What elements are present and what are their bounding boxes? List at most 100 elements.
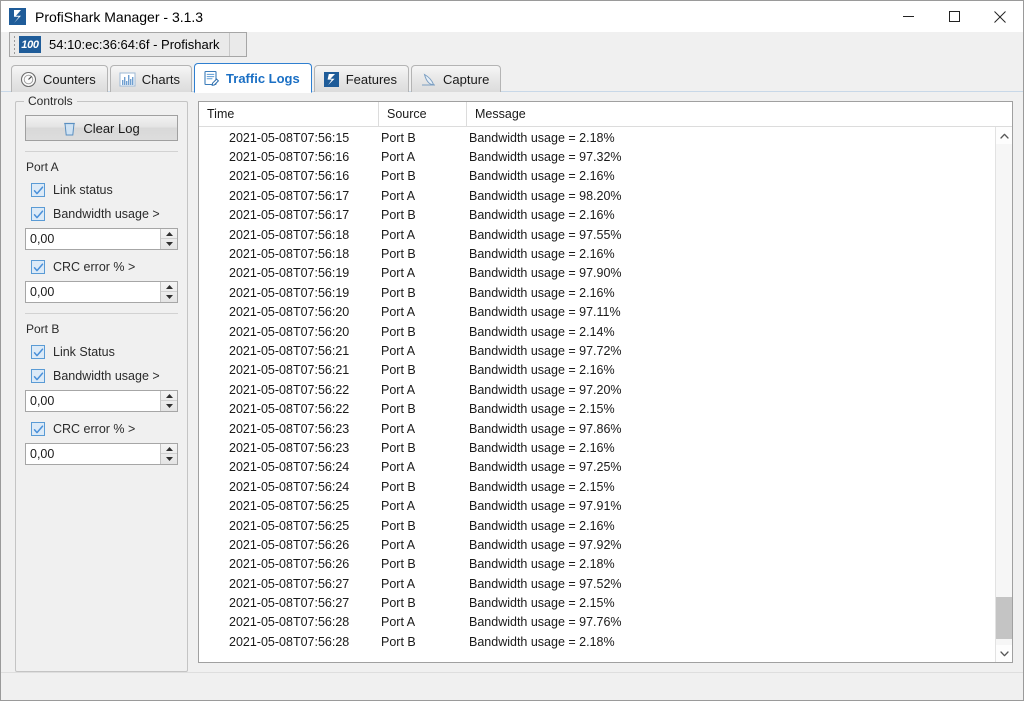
port-b-bandwidth-value[interactable]: 0,00 (26, 391, 160, 411)
log-cell-time: 2021-05-08T07:56:28 (229, 634, 350, 649)
port-a-crc-checkbox[interactable] (31, 260, 45, 274)
table-row[interactable]: 2021-05-08T07:56:23 Port A Bandwidth usage… (199, 419, 995, 438)
table-row[interactable]: 2021-05-08T07:56:26 Port A Bandwidth usage… (199, 535, 995, 554)
port-a-crc-spinner[interactable]: 0,00 (25, 281, 178, 303)
tab-charts[interactable]: Charts (109, 65, 193, 92)
spin-down-button[interactable] (161, 292, 177, 302)
tab-capture[interactable]: Capture (411, 65, 502, 92)
port-a-link-status-row[interactable]: Link status (31, 180, 178, 200)
table-row[interactable]: 2021-05-08T07:56:26 Port B Bandwidth usage… (199, 555, 995, 574)
port-b-bandwidth-checkbox[interactable] (31, 369, 45, 383)
port-b-link-status-label: Link Status (53, 345, 115, 359)
device-tab[interactable]: 100 54:10:ec:36:64:6f - Profishark (9, 32, 247, 57)
log-cell-message: Bandwidth usage = 2.16% (469, 363, 615, 378)
table-row[interactable]: 2021-05-08T07:56:19 Port B Bandwidth usage… (199, 283, 995, 302)
port-a-bandwidth-row[interactable]: Bandwidth usage > (31, 204, 178, 224)
log-cell-source: Port A (381, 150, 416, 165)
table-row[interactable]: 2021-05-08T07:56:24 Port A Bandwidth usage… (199, 458, 995, 477)
spin-down-button[interactable] (161, 401, 177, 411)
port-b-link-status-checkbox[interactable] (31, 345, 45, 359)
table-row[interactable]: 2021-05-08T07:56:22 Port A Bandwidth usage… (199, 380, 995, 399)
table-row[interactable]: 2021-05-08T07:56:15 Port B Bandwidth usage… (199, 128, 995, 147)
device-speed-badge: 100 (19, 36, 41, 53)
table-row[interactable]: 2021-05-08T07:56:25 Port A Bandwidth usage… (199, 496, 995, 515)
port-a-crc-value[interactable]: 0,00 (26, 282, 160, 302)
log-cell-source: Port B (381, 169, 416, 184)
table-row[interactable]: 2021-05-08T07:56:27 Port B Bandwidth usage… (199, 593, 995, 612)
table-row[interactable]: 2021-05-08T07:56:25 Port B Bandwidth usage… (199, 516, 995, 535)
column-header-source[interactable]: Source (379, 102, 467, 126)
port-a-bandwidth-value[interactable]: 0,00 (26, 229, 160, 249)
spin-up-button[interactable] (161, 444, 177, 454)
table-row[interactable]: 2021-05-08T07:56:16 Port A Bandwidth usage… (199, 147, 995, 166)
spin-up-button[interactable] (161, 391, 177, 401)
log-cell-source: Port B (381, 557, 416, 572)
log-cell-message: Bandwidth usage = 97.72% (469, 343, 622, 358)
table-row[interactable]: 2021-05-08T07:56:20 Port A Bandwidth usage… (199, 303, 995, 322)
scroll-up-icon[interactable] (996, 127, 1012, 144)
log-cell-time: 2021-05-08T07:56:17 (229, 188, 350, 203)
log-cell-message: Bandwidth usage = 2.14% (469, 324, 615, 339)
log-scrollbar[interactable] (995, 127, 1012, 662)
table-row[interactable]: 2021-05-08T07:56:23 Port B Bandwidth usage… (199, 438, 995, 457)
tab-counters[interactable]: Counters (11, 65, 108, 92)
table-row[interactable]: 2021-05-08T07:56:28 Port B Bandwidth usage… (199, 632, 995, 651)
port-a-link-status-checkbox[interactable] (31, 183, 45, 197)
port-b-bandwidth-spin-buttons (160, 391, 177, 411)
table-row[interactable]: 2021-05-08T07:56:19 Port A Bandwidth usage… (199, 264, 995, 283)
log-cell-message: Bandwidth usage = 2.16% (469, 285, 615, 300)
log-cell-message: Bandwidth usage = 2.18% (469, 634, 615, 649)
table-row[interactable]: 2021-05-08T07:56:27 Port A Bandwidth usage… (199, 574, 995, 593)
spin-up-button[interactable] (161, 282, 177, 292)
port-b-link-status-row[interactable]: Link Status (31, 342, 178, 362)
log-cell-time: 2021-05-08T07:56:28 (229, 615, 350, 630)
device-tab-overflow[interactable] (228, 33, 246, 56)
port-b-crc-value[interactable]: 0,00 (26, 444, 160, 464)
tab-traffic-logs[interactable]: Traffic Logs (194, 63, 312, 93)
port-a-bandwidth-spinner[interactable]: 0,00 (25, 228, 178, 250)
tab-features[interactable]: Features (313, 65, 410, 92)
scrollbar-thumb[interactable] (996, 597, 1012, 639)
table-row[interactable]: 2021-05-08T07:56:24 Port B Bandwidth usage… (199, 477, 995, 496)
table-row[interactable]: 2021-05-08T07:56:18 Port A Bandwidth usage… (199, 225, 995, 244)
log-cell-time: 2021-05-08T07:56:21 (229, 363, 350, 378)
table-row[interactable]: 2021-05-08T07:56:21 Port B Bandwidth usage… (199, 361, 995, 380)
scrollbar-track[interactable] (996, 144, 1012, 645)
port-b-bandwidth-spinner[interactable]: 0,00 (25, 390, 178, 412)
scroll-down-icon[interactable] (996, 645, 1012, 662)
table-row[interactable]: 2021-05-08T07:56:28 Port A Bandwidth usage… (199, 613, 995, 632)
log-cell-source: Port B (381, 634, 416, 649)
table-row[interactable]: 2021-05-08T07:56:16 Port B Bandwidth usage… (199, 167, 995, 186)
table-row[interactable]: 2021-05-08T07:56:18 Port B Bandwidth usage… (199, 244, 995, 263)
table-row[interactable]: 2021-05-08T07:56:17 Port B Bandwidth usage… (199, 206, 995, 225)
port-b-crc-checkbox[interactable] (31, 422, 45, 436)
port-b-bandwidth-row[interactable]: Bandwidth usage > (31, 366, 178, 386)
log-cell-source: Port B (381, 363, 416, 378)
close-button[interactable] (977, 1, 1023, 32)
port-a-crc-row[interactable]: CRC error % > (31, 257, 178, 277)
table-row[interactable]: 2021-05-08T07:56:17 Port A Bandwidth usage… (199, 186, 995, 205)
port-b-crc-row[interactable]: CRC error % > (31, 419, 178, 439)
main-tab-bar: Counters Charts Traffic Logs Features Ca… (1, 63, 1023, 93)
table-row[interactable]: 2021-05-08T07:56:21 Port A Bandwidth usage… (199, 341, 995, 360)
log-cell-time: 2021-05-08T07:56:24 (229, 479, 350, 494)
spin-up-button[interactable] (161, 229, 177, 239)
table-row[interactable]: 2021-05-08T07:56:22 Port B Bandwidth usage… (199, 399, 995, 418)
content-area: Controls Clear Log Port A Link status Ba… (1, 92, 1023, 672)
port-b-crc-spinner[interactable]: 0,00 (25, 443, 178, 465)
minimize-button[interactable] (885, 1, 931, 32)
maximize-button[interactable] (931, 1, 977, 32)
log-cell-message: Bandwidth usage = 97.92% (469, 537, 622, 552)
drag-grip-icon[interactable] (12, 34, 17, 55)
clear-log-button[interactable]: Clear Log (25, 115, 178, 141)
column-header-time[interactable]: Time (199, 102, 379, 126)
spin-down-button[interactable] (161, 239, 177, 249)
port-a-bandwidth-checkbox[interactable] (31, 207, 45, 221)
spin-down-button[interactable] (161, 454, 177, 464)
log-cell-source: Port B (381, 247, 416, 262)
log-cell-time: 2021-05-08T07:56:25 (229, 518, 350, 533)
table-row[interactable]: 2021-05-08T07:56:20 Port B Bandwidth usage… (199, 322, 995, 341)
gauge-icon (20, 71, 37, 87)
trash-icon (64, 122, 76, 135)
column-header-message[interactable]: Message (467, 102, 1012, 126)
